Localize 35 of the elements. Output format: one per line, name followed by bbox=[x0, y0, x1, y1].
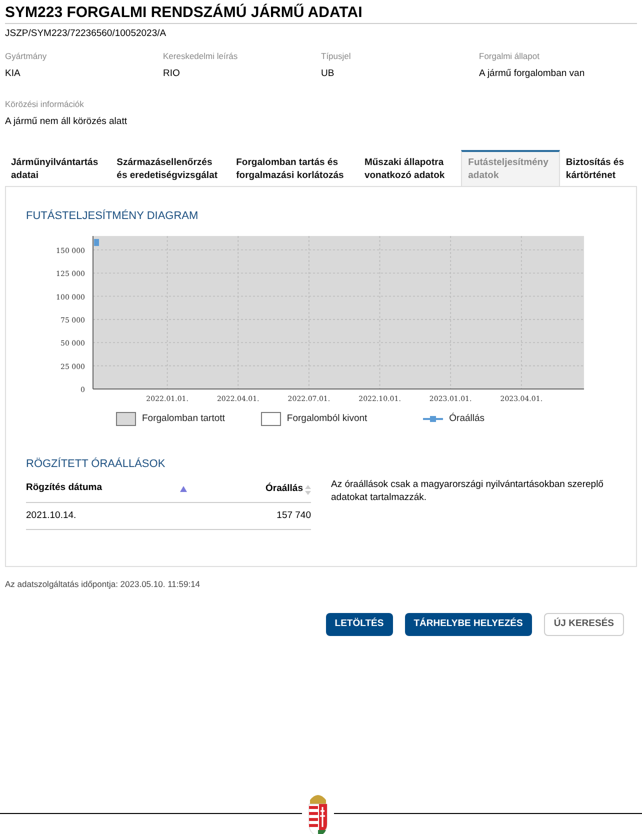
timestamp: Az adatszolgáltatás időpontja: 2023.05.10. 11:59:14 bbox=[5, 578, 202, 591]
table-cell: 2021.10.14. bbox=[26, 502, 237, 530]
legend-line-icon bbox=[423, 415, 444, 424]
field-value: A jármű nem áll körözés alatt bbox=[5, 115, 127, 129]
field-label: Típusjel bbox=[321, 50, 351, 63]
field-value: A jármű forgalomban van bbox=[479, 67, 585, 81]
legend-label: Forgalomban tartott bbox=[142, 412, 225, 426]
tab[interactable]: Biztosítás és kártörténet bbox=[560, 150, 637, 186]
legend-swatch bbox=[260, 412, 281, 426]
legend-swatch bbox=[116, 412, 136, 426]
action-button[interactable]: ÚJ KERESÉS bbox=[544, 613, 624, 636]
tab[interactable]: Forgalomban tartás és forgalmazási korlátozás bbox=[230, 150, 358, 186]
page-title: SYM223 FORGALMI RENDSZÁMÚ JÁRMŰ ADATAI bbox=[5, 3, 637, 24]
field-label: Forgalmi állapot bbox=[479, 50, 540, 63]
tab[interactable]: Származásellenőrzés és eredetiségvizsgálat bbox=[110, 150, 230, 186]
data-point bbox=[94, 239, 99, 246]
column-header[interactable]: Rögzítés dátuma bbox=[26, 476, 237, 502]
field-value: UB bbox=[321, 67, 334, 81]
legend-label: Forgalomból kivont bbox=[286, 412, 368, 426]
note-text: Az óraállások csak a magyarországi nyilvántartásokban szereplő adatokat tartalmazzák. bbox=[331, 478, 604, 504]
field-value: KIA bbox=[5, 67, 20, 81]
action-button[interactable]: LETÖLTÉS bbox=[326, 613, 393, 636]
action-button[interactable]: TÁRHELYBE HELYEZÉS bbox=[404, 613, 532, 636]
field-value: RIO bbox=[163, 67, 180, 81]
tab[interactable]: Járműnyilvántartás adatai bbox=[5, 150, 111, 186]
table-cell: 157 740 bbox=[236, 502, 311, 530]
column-header[interactable]: Óraállás bbox=[236, 476, 311, 502]
field-label: Kereskedelmi leírás bbox=[163, 50, 238, 63]
field-label: Körözési információk bbox=[5, 98, 84, 111]
legend-label: Óraállás bbox=[449, 412, 485, 426]
section-heading: FUTÁSTELJESÍTMÉNY DIAGRAM bbox=[26, 209, 200, 224]
reference-number: JSZP/SYM223/72236560/10052023/A bbox=[5, 27, 168, 41]
tab[interactable]: Műszaki állapotra vonatkozó adatok bbox=[358, 150, 462, 186]
section-heading: RÖGZÍTETT ÓRAÁLLÁSOK bbox=[26, 456, 166, 470]
field-label: Gyártmány bbox=[5, 50, 47, 63]
